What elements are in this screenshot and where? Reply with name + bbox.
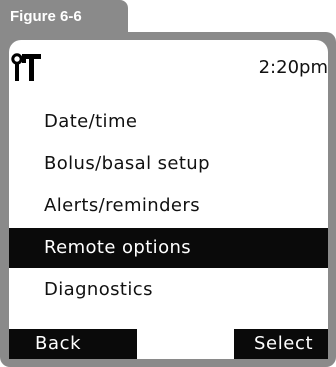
menu-item-bolus-basal-setup[interactable]: Bolus/basal setup <box>9 144 328 184</box>
device-frame: 2:20pm Date/time Bolus/basal setup Alert… <box>0 32 336 367</box>
menu-item-remote-options[interactable]: Remote options <box>9 228 328 268</box>
clock-time: 2:20pm <box>258 57 328 78</box>
settings-tools-icon <box>11 53 41 81</box>
status-bar: 2:20pm <box>9 40 328 92</box>
settings-menu: Date/time Bolus/basal setup Alerts/remin… <box>9 102 328 312</box>
menu-item-diagnostics[interactable]: Diagnostics <box>9 270 328 310</box>
figure-label: Figure 6-6 <box>0 0 128 36</box>
back-softkey[interactable]: Back <box>9 329 137 359</box>
device-screen: 2:20pm Date/time Bolus/basal setup Alert… <box>9 40 328 359</box>
menu-item-alerts-reminders[interactable]: Alerts/reminders <box>9 186 328 226</box>
select-softkey[interactable]: Select <box>234 329 328 359</box>
menu-item-date-time[interactable]: Date/time <box>9 102 328 142</box>
